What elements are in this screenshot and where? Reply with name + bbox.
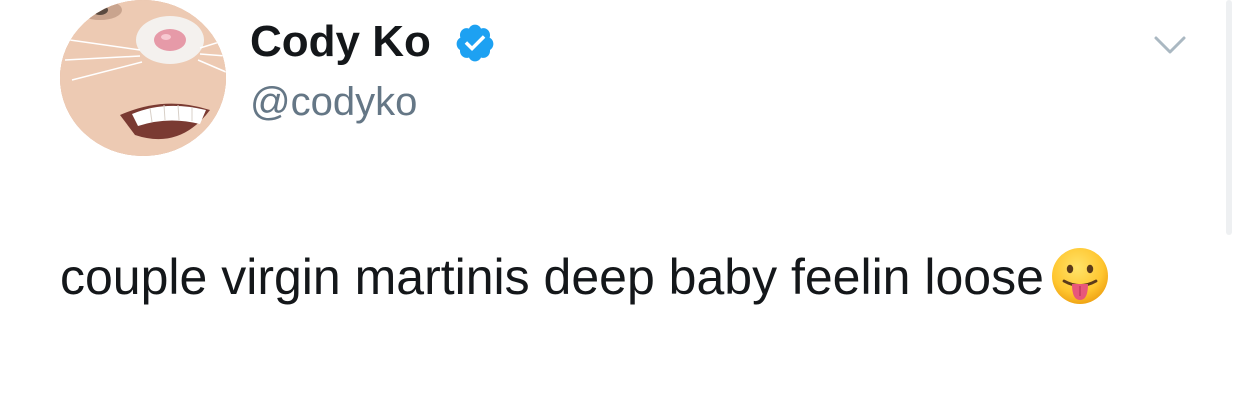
scrollbar[interactable]	[1226, 0, 1232, 235]
tweet-card: Cody Ko @codyko couple virgin martinis d…	[0, 0, 1241, 413]
profile-avatar[interactable]	[60, 0, 226, 156]
tongue-out-face-emoji-icon	[1051, 248, 1108, 304]
tweet-text: couple virgin martinis deep baby feelin …	[60, 236, 1210, 318]
verified-badge-icon	[456, 24, 494, 62]
display-name[interactable]: Cody Ko	[250, 12, 431, 72]
tweet-text-body: couple virgin martinis deep baby feelin …	[60, 249, 1044, 305]
chevron-down-icon[interactable]	[1150, 30, 1190, 60]
user-handle[interactable]: @codyko	[250, 74, 417, 130]
